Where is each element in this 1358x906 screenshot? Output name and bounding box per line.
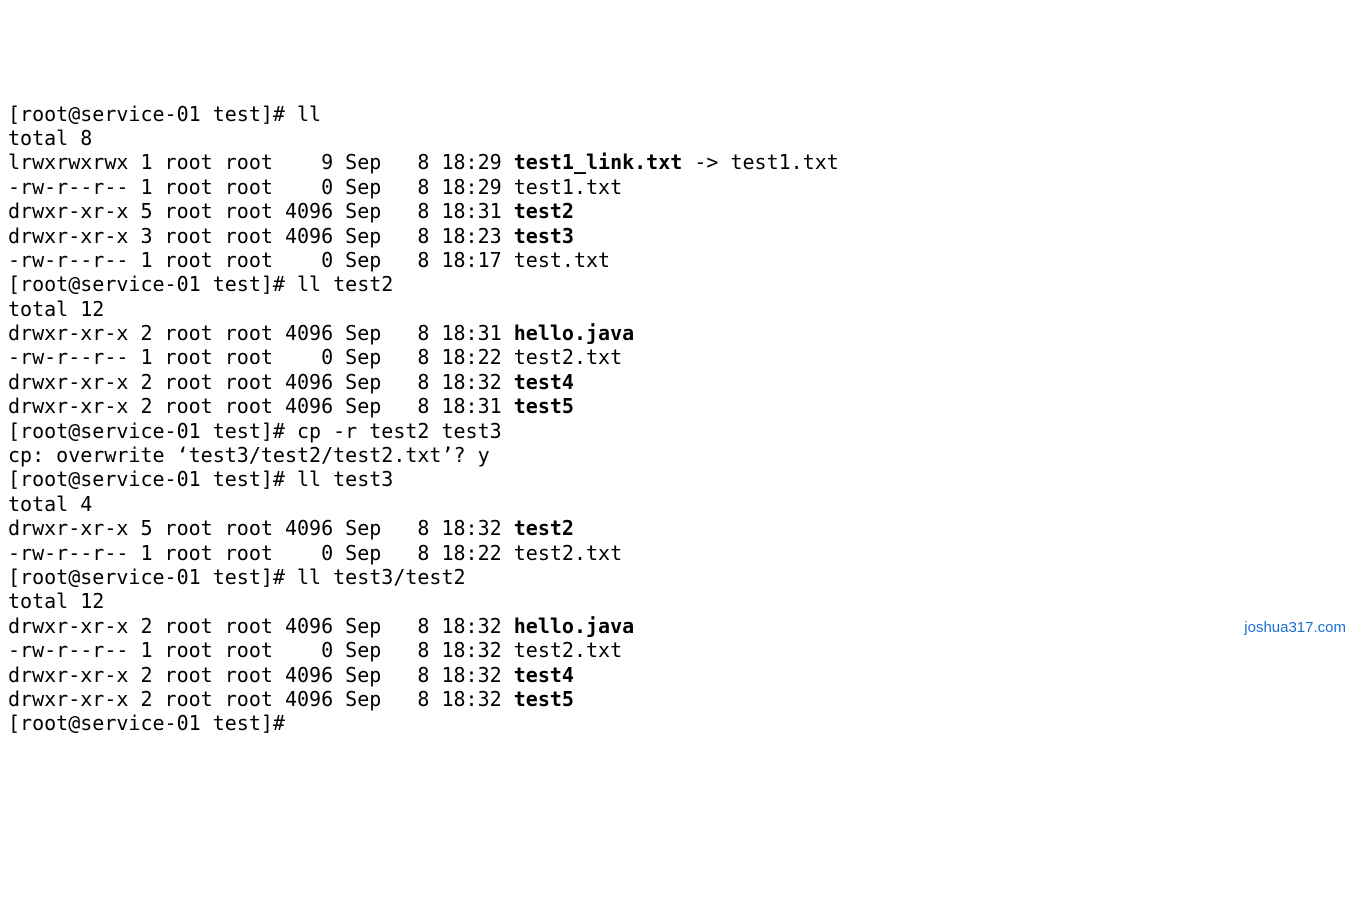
command-text: ll test2 [297,272,393,296]
ls-row: -rw-r--r-- 1 root root 0 Sep 8 18:32 tes… [8,638,1350,662]
prompt-line-3[interactable]: [root@service-01 test]# cp -r test2 test… [8,419,1350,443]
file-name: test2 [514,199,574,223]
shell-prompt: [root@service-01 test]# [8,711,297,735]
file-name: test5 [514,687,574,711]
ls-row: -rw-r--r-- 1 root root 0 Sep 8 18:22 tes… [8,345,1350,369]
ls-row: drwxr-xr-x 5 root root 4096 Sep 8 18:31 … [8,199,1350,223]
shell-prompt: [root@service-01 test]# [8,102,297,126]
file-name: test1.txt [514,175,622,199]
ls-row: drwxr-xr-x 2 root root 4096 Sep 8 18:32 … [8,663,1350,687]
file-name: test2.txt [514,541,622,565]
terminal-output[interactable]: [root@service-01 test]# lltotal 8lrwxrwx… [8,102,1350,736]
ls-row: drwxr-xr-x 3 root root 4096 Sep 8 18:23 … [8,224,1350,248]
file-name: test.txt [514,248,610,272]
ls-row: -rw-r--r-- 1 root root 0 Sep 8 18:22 tes… [8,541,1350,565]
file-name: test1_link.txt [514,150,683,174]
file-name: test2 [514,516,574,540]
file-name: test5 [514,394,574,418]
shell-prompt: [root@service-01 test]# [8,272,297,296]
shell-prompt: [root@service-01 test]# [8,419,297,443]
prompt-line-5[interactable]: [root@service-01 test]# ll test3/test2 [8,565,1350,589]
command-text: ll [297,102,321,126]
file-name: test4 [514,663,574,687]
file-name: test3 [514,224,574,248]
cp-overwrite-prompt[interactable]: cp: overwrite ‘test3/test2/test2.txt’? y [8,443,1350,467]
command-text: cp -r test2 test3 [297,419,502,443]
watermark-text: joshua317.com [1244,619,1346,637]
ls-row: -rw-r--r-- 1 root root 0 Sep 8 18:17 tes… [8,248,1350,272]
prompt-line-4[interactable]: [root@service-01 test]# ll test3 [8,467,1350,491]
shell-prompt: [root@service-01 test]# [8,467,297,491]
prompt-line-6[interactable]: [root@service-01 test]# [8,711,1350,735]
file-name: hello.java [514,614,634,638]
shell-prompt: [root@service-01 test]# [8,565,297,589]
ls-total: total 12 [8,589,1350,613]
ls-row: drwxr-xr-x 2 root root 4096 Sep 8 18:31 … [8,394,1350,418]
file-name: test2.txt [514,345,622,369]
command-text: ll test3/test2 [297,565,466,589]
prompt-line-1[interactable]: [root@service-01 test]# ll [8,102,1350,126]
command-text: ll test3 [297,467,393,491]
file-name: test2.txt [514,638,622,662]
ls-row: drwxr-xr-x 2 root root 4096 Sep 8 18:31 … [8,321,1350,345]
file-name: hello.java [514,321,634,345]
ls-row: drwxr-xr-x 2 root root 4096 Sep 8 18:32 … [8,370,1350,394]
ls-total: total 12 [8,297,1350,321]
ls-total: total 4 [8,492,1350,516]
ls-row: drwxr-xr-x 2 root root 4096 Sep 8 18:32 … [8,614,1350,638]
file-name: test4 [514,370,574,394]
ls-total: total 8 [8,126,1350,150]
prompt-line-2[interactable]: [root@service-01 test]# ll test2 [8,272,1350,296]
ls-row: -rw-r--r-- 1 root root 0 Sep 8 18:29 tes… [8,175,1350,199]
ls-row: drwxr-xr-x 5 root root 4096 Sep 8 18:32 … [8,516,1350,540]
ls-row: lrwxrwxrwx 1 root root 9 Sep 8 18:29 tes… [8,150,1350,174]
ls-row: drwxr-xr-x 2 root root 4096 Sep 8 18:32 … [8,687,1350,711]
